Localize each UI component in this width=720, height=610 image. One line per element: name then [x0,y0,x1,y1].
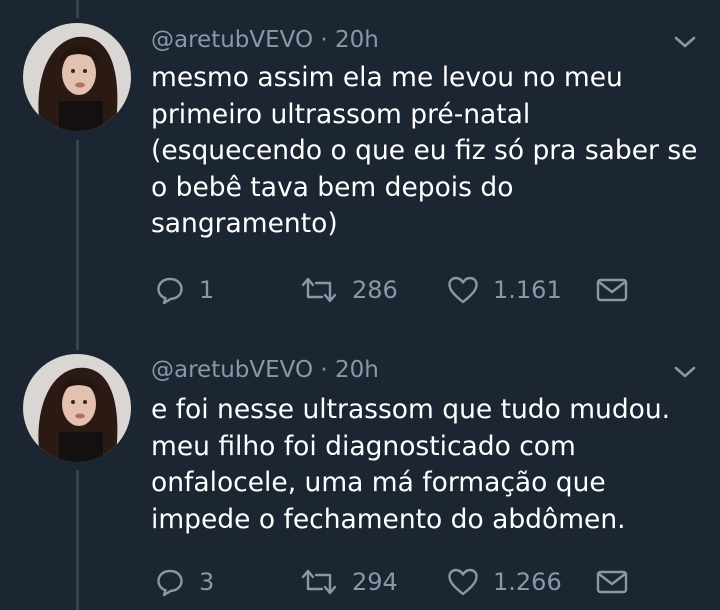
tweet-text-line: meu filho foi diagnosticado com [151,430,576,462]
tweet-text-line: mesmo assim ela me levou no meu [151,62,623,93]
reply-button[interactable]: 3 [155,564,214,600]
retweet-button[interactable]: 286 [300,272,398,308]
tweet-header: @aretubVEVO · 20h [151,352,379,388]
heart-icon [448,568,478,596]
tweet-text: e foi nesse ultrassom que tudo mudou. me… [151,392,691,538]
avatar[interactable] [23,23,131,131]
tweet-text-line: onfalocele, uma má formação que [151,467,606,498]
reply-count: 1 [199,276,215,304]
tweet-text-line: impede o fechamento do abdômen. [151,503,626,535]
tweet-text-line: (esquecendo o que eu fiz só pra saber se [151,135,698,166]
tweet-text-line: o bebê tava bem depois do [151,171,514,203]
reply-icon [157,569,183,597]
retweet-icon [301,569,337,595]
reply-icon [157,277,183,305]
chevron-down-icon[interactable] [672,363,698,381]
like-count: 1.266 [493,568,562,596]
mail-icon [596,278,628,302]
author-handle[interactable]: @aretubVEVO [151,27,313,53]
mail-icon [596,570,628,594]
tweet[interactable]: @aretubVEVO · 20h e foi nesse ultrassom … [0,330,720,610]
timestamp[interactable]: 20h [335,27,379,53]
direct-message-button[interactable] [596,564,628,600]
direct-message-button[interactable] [596,272,628,308]
avatar[interactable] [23,354,131,462]
separator: · [320,27,328,53]
retweet-count: 294 [352,568,398,596]
avatar-image [23,354,131,462]
timestamp[interactable]: 20h [335,357,379,383]
retweet-icon [301,277,337,303]
avatar-image [23,23,131,131]
tweet-actions: 3 294 1.266 [0,564,720,600]
tweet-header: @aretubVEVO · 20h [151,22,379,58]
reply-count: 3 [199,568,215,596]
reply-button[interactable]: 1 [155,272,214,308]
retweet-button[interactable]: 294 [300,564,398,600]
author-handle[interactable]: @aretubVEVO [151,357,313,383]
tweet-actions: 1 286 1.161 [0,272,720,308]
like-count: 1.161 [493,276,562,304]
heart-icon [448,276,478,304]
tweet[interactable]: @aretubVEVO · 20h mesmo assim ela me lev… [0,0,720,330]
chevron-down-icon[interactable] [672,33,698,51]
tweet-text-line: e foi nesse ultrassom que tudo mudou. [151,394,671,425]
tweet-text-line: sangramento) [151,208,338,239]
tweet-text: mesmo assim ela me levou no meu primeiro… [151,60,698,243]
like-button[interactable]: 1.161 [447,272,562,308]
separator: · [320,357,328,383]
like-button[interactable]: 1.266 [447,564,562,600]
retweet-count: 286 [352,276,398,304]
tweet-text-line: primeiro ultrassom pré-natal [151,98,531,130]
